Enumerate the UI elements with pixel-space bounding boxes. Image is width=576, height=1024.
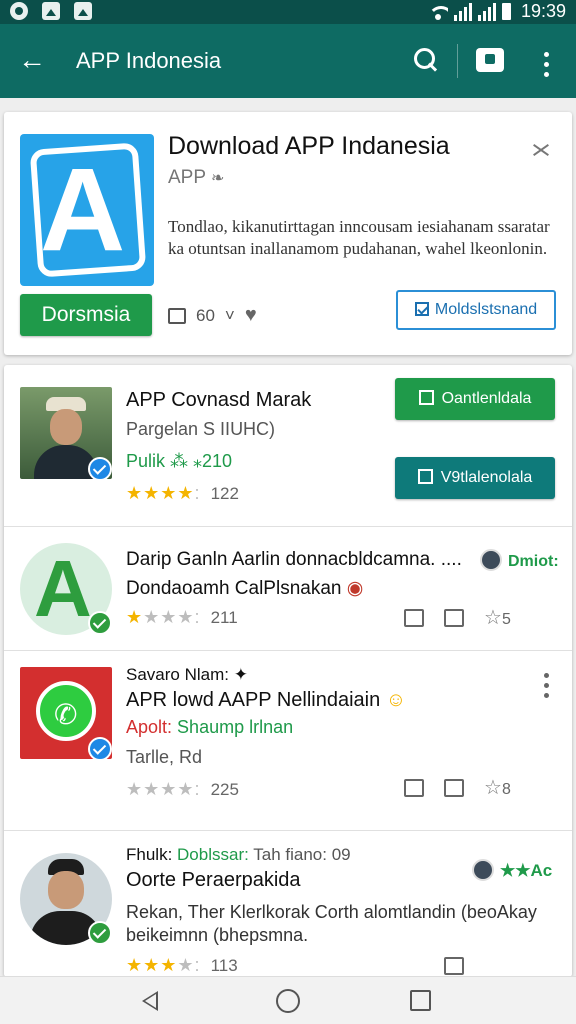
- item-subtitle: Dondaoamh CalPlsnakan ◉: [126, 578, 364, 599]
- item-title: Darip Ganln Aarlin donnacbldcamna. ....: [126, 549, 462, 570]
- item-description: Rekan, Ther Klerlkorak Corth alomtlandin…: [126, 902, 537, 945]
- verified-badge-icon: [88, 457, 112, 481]
- store-icon[interactable]: [476, 48, 504, 72]
- author-badge: Dmiot:: [480, 549, 559, 571]
- like-icon[interactable]: [404, 778, 424, 797]
- wishlist-button[interactable]: Moldslstsnand: [396, 290, 556, 330]
- item-title: APR lowd AAPP Nellindaiain ☺: [126, 689, 407, 711]
- verified-badge-icon: [88, 921, 112, 945]
- image-icon: [42, 2, 60, 20]
- featured-app-card[interactable]: A Download APP Indanesia APP ❧ Tondlao, …: [4, 112, 572, 355]
- repost-icon[interactable]: [444, 778, 464, 797]
- list-item[interactable]: Fhulk: Doblssar: Tah fiano: 09 ★★Ac Oort…: [4, 831, 572, 977]
- item-meta: Apolt: Shaump lrlnan: [126, 717, 294, 737]
- item-title: APP Covnasd Marak: [126, 389, 312, 411]
- install-button[interactable]: Dorsmsia: [20, 294, 152, 336]
- system-nav-bar: [0, 976, 576, 1024]
- item-subtitle: Tarlle, Rd: [126, 747, 203, 767]
- rating-stars: ★★★★: 211: [126, 607, 238, 627]
- list-item[interactable]: A Darip Ganln Aarlin donnacbldcamna. ...…: [4, 527, 572, 651]
- avatar-mini: [472, 859, 494, 881]
- clock: 19:39: [520, 1, 566, 21]
- nav-recents-icon[interactable]: [410, 990, 431, 1011]
- repost-icon[interactable]: [168, 307, 186, 324]
- app-list-card: APP Covnasd Marak Pargelan S IIUHC) Puli…: [4, 365, 572, 977]
- repost-icon[interactable]: [444, 608, 464, 627]
- rating-stars: ★★★★: 225: [126, 779, 239, 799]
- back-arrow-icon[interactable]: ←: [18, 46, 46, 74]
- rating-stars: ★★★★: 113: [126, 955, 238, 975]
- more-vert-icon[interactable]: [544, 673, 549, 703]
- heart-icon[interactable]: ♥: [245, 304, 257, 327]
- repost-icon[interactable]: [444, 957, 464, 975]
- item-actions: ☆8: [404, 775, 511, 800]
- stat-count: 60: [196, 305, 215, 325]
- emoji-icon: ◉: [346, 578, 364, 599]
- item-subtitle: Pargelan S IIUHC): [126, 419, 276, 439]
- list-item[interactable]: APP Covnasd Marak Pargelan S IIUHC) Puli…: [4, 365, 572, 527]
- like-icon[interactable]: [404, 608, 424, 627]
- list-item[interactable]: ✆ Savaro Nlam: ✦ APR lowd AAPP Nellindai…: [4, 651, 572, 831]
- item-header: Savaro Nlam: ✦: [126, 665, 248, 684]
- share-icon[interactable]: [530, 140, 550, 160]
- featured-stats: 60 ˅ ♥: [168, 304, 257, 327]
- checkbox-icon: [414, 302, 429, 316]
- item-header: Fhulk: Doblssar: Tah fiano: 09: [126, 845, 351, 864]
- status-bar: 19:39: [0, 0, 576, 24]
- emoji-icon: ☺: [385, 689, 407, 711]
- avatar-mini: [480, 549, 502, 571]
- app-logo-icon: A: [20, 134, 154, 286]
- notification-icon: [10, 2, 28, 20]
- divider: [457, 44, 458, 78]
- favorite-count[interactable]: ☆5: [484, 605, 511, 630]
- battery-icon: [501, 3, 511, 20]
- app-bar-title: APP Indonesia: [76, 48, 222, 73]
- action-button-primary[interactable]: Oantlenldala: [395, 378, 555, 420]
- rating-stars: ★★★★: 122: [126, 483, 239, 503]
- chevron-down-icon: ˅: [224, 305, 235, 325]
- featured-subtitle: APP ❧: [168, 167, 225, 188]
- people-icon: ❧: [210, 170, 225, 187]
- featured-description: Tondlao, kikanutirttagan inncousam iesia…: [168, 217, 550, 258]
- item-actions: ☆5: [404, 605, 511, 630]
- favorite-count[interactable]: ☆8: [484, 775, 511, 800]
- wifi-icon: [427, 4, 448, 20]
- item-title: Oorte Peraerpakida: [126, 869, 301, 891]
- action-button-secondary[interactable]: V9tlalenolala: [395, 457, 555, 499]
- author-badge: ★★Ac: [472, 859, 552, 881]
- item-meta: Pulik ⁂ ⁎210: [126, 451, 233, 471]
- nav-home-icon[interactable]: [276, 989, 300, 1013]
- app-bar: ← APP Indonesia: [0, 24, 576, 98]
- signal-icon: [453, 2, 472, 21]
- more-vert-icon[interactable]: [544, 52, 549, 82]
- verified-badge-icon: [88, 737, 112, 761]
- verified-badge-icon: [88, 611, 112, 635]
- app-icon: [74, 2, 92, 20]
- featured-title: Download APP Indanesia: [168, 132, 450, 160]
- nav-back-icon[interactable]: [142, 991, 158, 1011]
- search-icon[interactable]: [414, 48, 440, 74]
- signal-icon-2: [477, 2, 496, 21]
